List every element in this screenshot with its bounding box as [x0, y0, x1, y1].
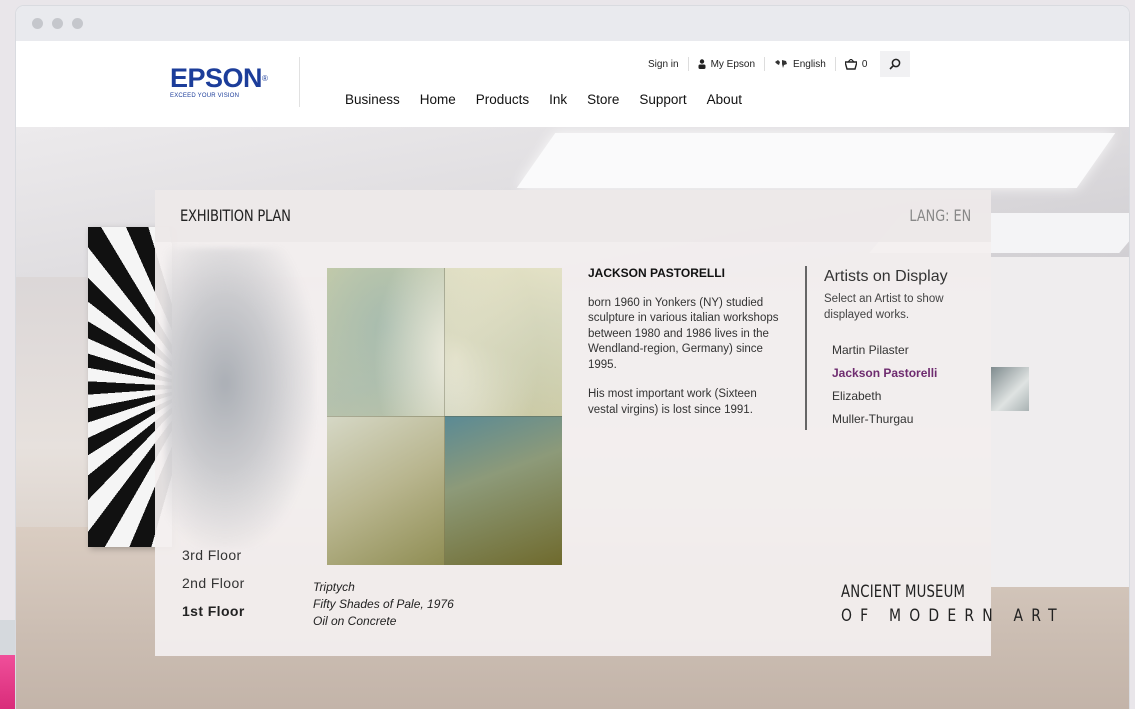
- artwork-divider-horizontal: [327, 416, 562, 417]
- window-close-dot[interactable]: [32, 18, 43, 29]
- artists-subtitle: Select an Artist to show displayed works…: [824, 293, 944, 321]
- floor-selector: 3rd Floor 2nd Floor 1st Floor: [182, 546, 245, 630]
- nav-ink[interactable]: Ink: [549, 92, 567, 107]
- artists-title: Artists on Display: [824, 268, 948, 285]
- nav-business[interactable]: Business: [345, 92, 400, 107]
- utility-bar: Sign in My Epson English 0: [644, 51, 911, 77]
- museum-logo-line2: OF MODERN ART: [841, 606, 1065, 626]
- nav-products[interactable]: Products: [476, 92, 529, 107]
- blurred-artwork-preview: [165, 248, 315, 548]
- nav-about[interactable]: About: [707, 92, 742, 107]
- panel-title: EXHIBITION PLAN: [180, 206, 291, 225]
- artwork-caption: Triptych Fifty Shades of Pale, 1976 Oil …: [313, 579, 454, 630]
- artists-divider: [805, 266, 807, 430]
- artist-item-muller-thurgau[interactable]: Muller-Thurgau: [824, 408, 974, 431]
- logo-divider: [299, 57, 300, 107]
- caption-line: Fifty Shades of Pale, 1976: [313, 597, 454, 611]
- my-epson-link[interactable]: My Epson: [687, 57, 764, 71]
- floor-item-2nd[interactable]: 2nd Floor: [182, 574, 245, 592]
- artist-bio: JACKSON PASTORELLI born 1960 in Yonkers …: [588, 266, 788, 432]
- sign-in-label: Sign in: [648, 58, 679, 70]
- search-button[interactable]: [880, 51, 911, 77]
- window-titlebar: [16, 6, 1129, 41]
- artist-item-jackson-pastorelli[interactable]: Jackson Pastorelli: [824, 362, 974, 385]
- artists-list: Artists on Display Select an Artist to s…: [824, 268, 974, 431]
- bio-paragraph: born 1960 in Yonkers (NY) studied sculpt…: [588, 296, 779, 371]
- panel-header: EXHIBITION PLAN LANG: EN: [155, 190, 991, 242]
- artwork-panel-bottom-right: [445, 416, 562, 565]
- main-nav: Business Home Products Ink Store Support…: [345, 92, 742, 107]
- cart-count: 0: [861, 58, 868, 70]
- sign-in-link[interactable]: Sign in: [644, 57, 688, 71]
- language-toggle[interactable]: LANG: EN: [909, 206, 971, 225]
- site-header: EPSON® EXCEED YOUR VISION Sign in My Eps…: [16, 41, 1129, 127]
- artist-name: JACKSON PASTORELLI: [588, 266, 725, 280]
- museum-logo: ANCIENT MUSEUM OF MODERN ART: [841, 580, 1114, 628]
- caption-line: Oil on Concrete: [313, 614, 397, 628]
- language-label: English: [793, 58, 826, 70]
- cart-link[interactable]: 0: [834, 57, 877, 71]
- caption-line: Triptych: [313, 580, 355, 594]
- artist-item-martin-pilaster[interactable]: Martin Pilaster: [824, 339, 974, 362]
- logo-tagline: EXCEED YOUR VISION: [170, 93, 240, 99]
- floor-item-1st[interactable]: 1st Floor: [182, 602, 245, 620]
- window-minimize-dot[interactable]: [52, 18, 63, 29]
- gallery-right-wall: [991, 257, 1129, 587]
- nav-store[interactable]: Store: [587, 92, 619, 107]
- logo-wordmark: EPSON: [170, 63, 263, 93]
- gallery-small-artwork: [991, 367, 1029, 411]
- gallery-skylight: [516, 133, 1116, 188]
- exhibition-plan-panel: EXHIBITION PLAN LANG: EN 3rd Floor 2nd F…: [155, 190, 1057, 656]
- museum-logo-line1: ANCIENT MUSEUM: [841, 582, 966, 602]
- window-zoom-dot[interactable]: [72, 18, 83, 29]
- epson-logo[interactable]: EPSON® EXCEED YOUR VISION: [170, 63, 298, 100]
- gallery-background: EXHIBITION PLAN LANG: EN 3rd Floor 2nd F…: [16, 127, 1129, 709]
- artwork-panel-top-right: [445, 268, 562, 416]
- bio-paragraph: His most important work (Sixteen vestal …: [588, 388, 757, 416]
- my-epson-label: My Epson: [710, 58, 756, 70]
- nav-support[interactable]: Support: [639, 92, 686, 107]
- floor-item-3rd[interactable]: 3rd Floor: [182, 546, 245, 564]
- artwork-panel-bottom-left: [327, 416, 445, 565]
- browser-window: EPSON® EXCEED YOUR VISION Sign in My Eps…: [16, 6, 1129, 709]
- search-icon: [889, 58, 901, 70]
- nav-home[interactable]: Home: [420, 92, 456, 107]
- cart-icon: [844, 58, 857, 70]
- user-icon: [698, 59, 706, 69]
- artist-item-elizabeth[interactable]: Elizabeth: [824, 385, 974, 408]
- featured-artwork[interactable]: [327, 268, 562, 565]
- background-accent-strip: [0, 655, 16, 709]
- globe-icon: [775, 60, 788, 68]
- language-selector[interactable]: English: [764, 57, 835, 71]
